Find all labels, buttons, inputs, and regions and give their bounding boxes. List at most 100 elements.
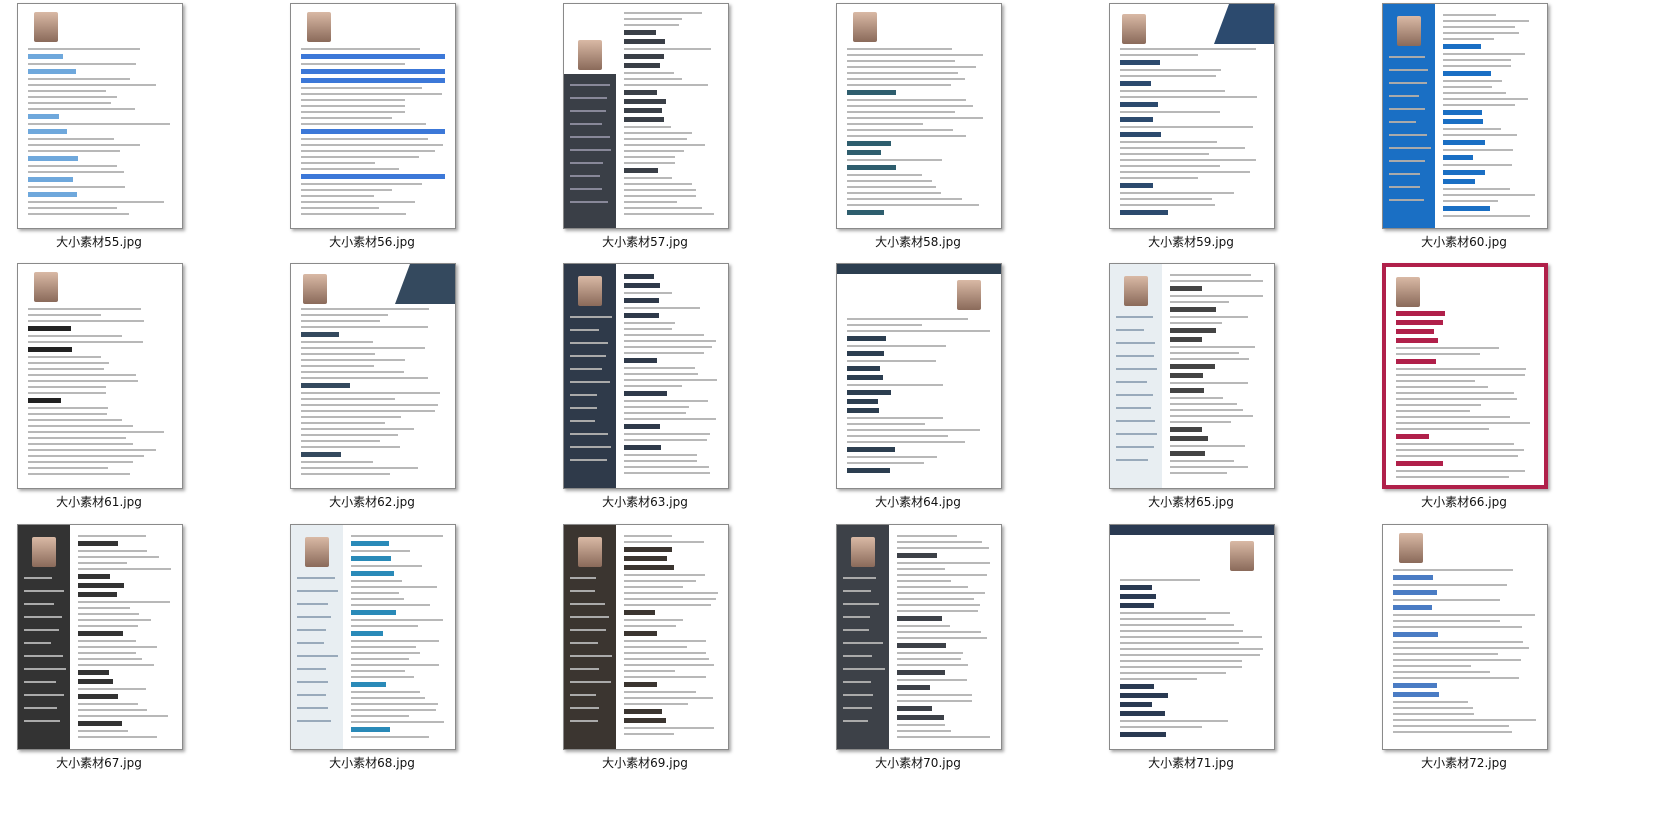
file-name: 大小素材56.jpg [329,235,415,249]
photo-image [1122,14,1146,44]
resume-header-band [837,264,1001,274]
file-thumbnail [836,263,1002,489]
file-thumbnail [17,263,183,489]
section-heading [1120,594,1157,599]
section-heading [624,90,658,95]
file-item[interactable]: 大小素材58.jpg [794,3,1034,258]
section-heading [78,694,118,699]
file-name: 大小素材55.jpg [56,235,142,249]
section-heading [1393,632,1439,637]
section-heading [1120,711,1166,716]
section-heading [301,69,445,74]
section-heading [1393,590,1438,595]
section-heading [28,156,78,161]
file-thumbnail [290,3,456,229]
section-heading [1170,388,1205,393]
file-item[interactable]: 大小素材64.jpg [794,263,1034,518]
file-name: 大小素材69.jpg [602,756,688,770]
section-heading [1443,119,1483,124]
section-heading [78,679,114,684]
section-heading [897,715,944,720]
section-heading [1443,44,1481,49]
file-thumbnail [1109,524,1275,750]
resume-header-band [1110,525,1274,535]
section-heading [897,685,931,690]
section-heading [301,129,445,134]
file-item[interactable]: 大小素材68.jpg [248,524,488,779]
section-heading [624,30,656,35]
file-item[interactable]: 大小素材55.jpg [0,3,215,258]
section-heading [78,631,124,636]
section-heading [847,366,880,371]
file-name: 大小素材62.jpg [329,495,415,509]
section-heading [1393,605,1433,610]
section-heading [624,718,666,723]
section-heading [1396,434,1429,439]
section-heading [1120,732,1166,737]
section-heading [351,556,391,561]
section-heading [1170,337,1203,342]
photo-image [578,537,602,567]
file-name: 大小素材65.jpg [1148,495,1234,509]
section-heading [624,108,663,113]
file-name: 大小素材64.jpg [875,495,961,509]
section-heading [847,390,891,395]
section-heading [351,571,394,576]
section-heading [28,129,67,134]
section-heading [847,447,896,452]
section-heading [847,336,887,341]
section-heading [624,358,657,363]
file-item[interactable]: 大小素材72.jpg [1340,524,1580,779]
section-heading [78,574,111,579]
section-heading [1393,683,1438,688]
file-item[interactable]: 大小素材63.jpg [521,263,761,518]
section-heading [1120,585,1153,590]
file-thumbnail [1109,263,1275,489]
file-item[interactable]: 大小素材59.jpg [1067,3,1307,258]
section-heading [1170,328,1216,333]
section-heading [1393,692,1439,697]
section-heading [1393,575,1433,580]
photo-image [1230,541,1254,571]
file-item[interactable]: 大小素材62.jpg [248,263,488,518]
section-heading [301,54,445,59]
file-item[interactable]: 大小素材65.jpg [1067,263,1307,518]
file-item[interactable]: 大小素材69.jpg [521,524,761,779]
file-item[interactable]: 大小素材70.jpg [794,524,1034,779]
photo-image [853,12,877,42]
section-heading [624,391,668,396]
section-heading [28,326,71,331]
section-heading [301,78,445,83]
section-heading [1120,684,1154,689]
file-item[interactable]: 大小素材66.jpg [1340,263,1580,518]
section-heading [78,583,124,588]
section-heading [1443,206,1490,211]
file-item[interactable]: 大小素材61.jpg [0,263,215,518]
section-heading [28,54,63,59]
section-heading [351,682,387,687]
file-item[interactable]: 大小素材57.jpg [521,3,761,258]
section-heading [624,39,665,44]
photo-image [303,274,327,304]
file-item[interactable]: 大小素材67.jpg [0,524,215,779]
section-heading [1396,338,1438,343]
file-thumbnail [17,524,183,750]
section-heading [624,631,658,636]
section-heading [351,631,384,636]
section-heading [624,283,660,288]
section-heading [1396,311,1446,316]
section-heading [78,721,123,726]
section-heading [847,399,879,404]
section-heading [1443,71,1491,76]
section-heading [624,709,663,714]
file-item[interactable]: 大小素材56.jpg [248,3,488,258]
section-heading [624,54,664,59]
file-name: 大小素材61.jpg [56,495,142,509]
section-heading [1170,307,1216,312]
photo-image [578,276,602,306]
section-heading [1170,451,1205,456]
photo-image [1396,277,1420,307]
file-item[interactable]: 大小素材71.jpg [1067,524,1307,779]
file-item[interactable]: 大小素材60.jpg [1340,3,1580,258]
section-heading [1443,110,1483,115]
